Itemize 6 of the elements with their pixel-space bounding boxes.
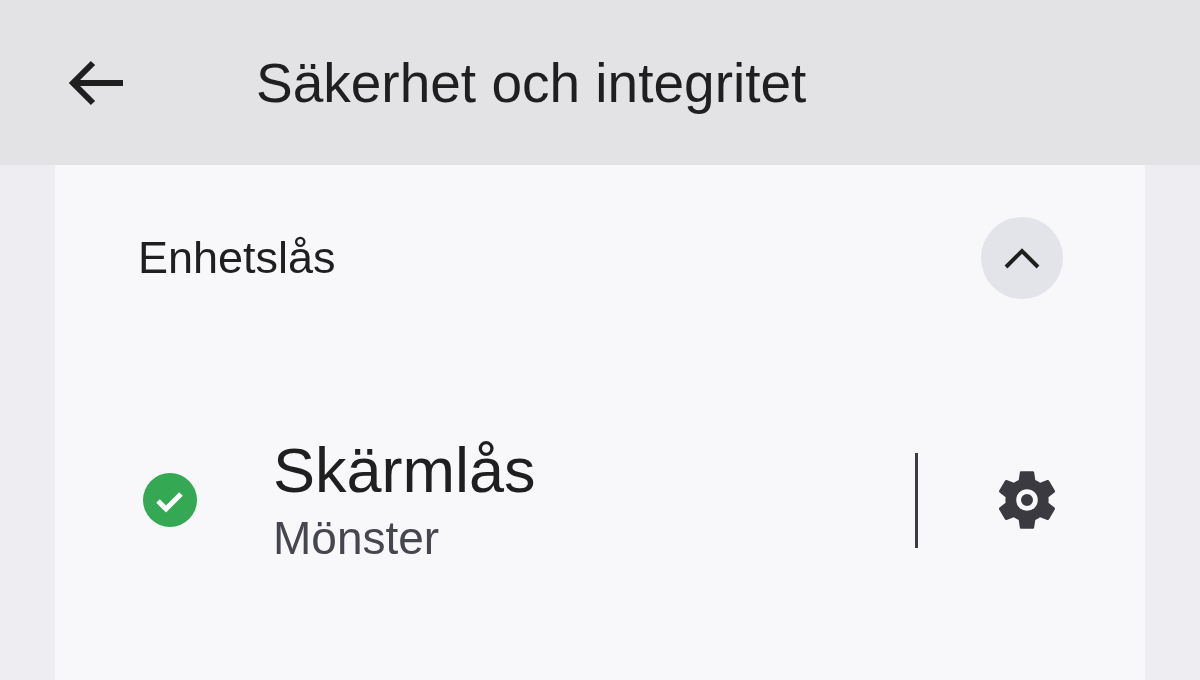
setting-title: Skärmlås <box>273 434 537 507</box>
chevron-icon <box>1004 247 1040 269</box>
section-title: Enhetslås <box>138 232 336 284</box>
back-arrow-icon <box>67 58 125 107</box>
setting-subtitle: Mönster <box>273 511 441 566</box>
page-title: Säkerhet och integritet <box>256 50 807 115</box>
